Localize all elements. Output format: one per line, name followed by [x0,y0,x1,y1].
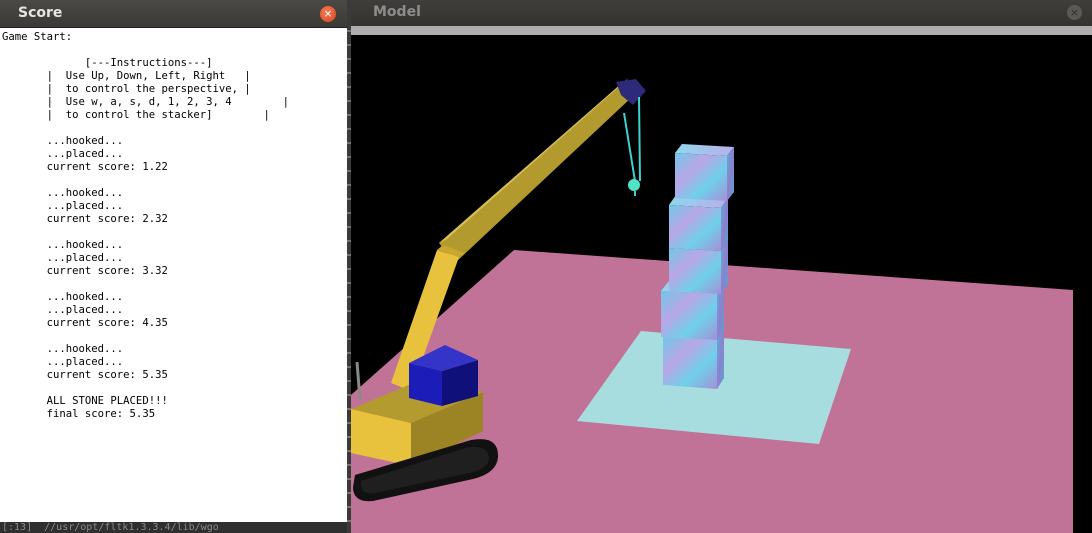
score-close-button[interactable]: × [320,6,336,22]
terminal-peek-text: [:13] //usr/opt/fltk1.3.3.4/lib/wgo [2,522,219,533]
model-titlebar[interactable]: Model × [351,0,1092,26]
crane-hook [628,179,640,191]
crane-cable [623,112,636,182]
score-log-text: Game Start: [---Instructions---] | Use U… [2,31,290,420]
crane-cable-2 [638,96,641,182]
model-close-button[interactable]: × [1067,5,1082,20]
crane-upper-boom [439,83,632,263]
score-titlebar[interactable]: Score × [0,0,347,28]
block-tower [661,144,734,389]
crane-upper-boom-top [439,78,629,243]
model-menu-strip [351,26,1092,35]
model-window: Model × [351,0,1092,533]
stacked-block [669,195,728,251]
3d-viewport[interactable] [351,35,1092,533]
stacked-block [675,144,734,201]
model-window-title: Model [373,4,421,20]
score-window: Score × Game Start: [---Instructions---]… [0,0,347,533]
score-window-title: Score [18,5,63,21]
